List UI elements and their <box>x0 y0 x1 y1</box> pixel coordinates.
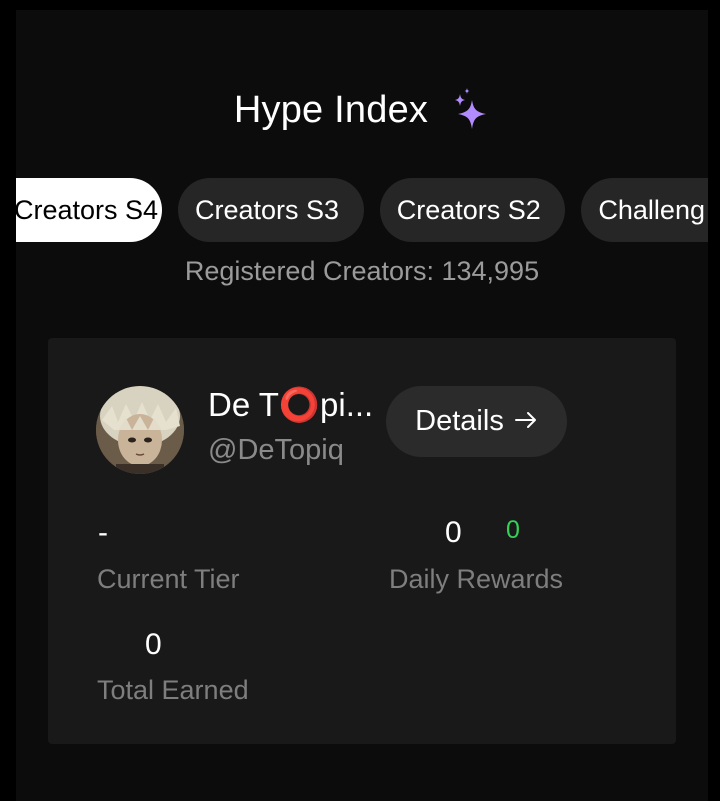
total-earned-label: Total Earned <box>97 675 249 705</box>
tab-creators-s4[interactable]: Creators S4 <box>16 178 162 242</box>
details-button[interactable]: Details <box>386 386 567 457</box>
hype-index-panel: Hype Index Creators S4 Creators S3 Creat… <box>16 10 708 801</box>
current-tier-label: Current Tier <box>97 564 240 594</box>
creator-name: De T⭕pi... <box>208 386 374 423</box>
header: Hype Index <box>16 80 708 140</box>
registered-creators-count: Registered Creators: 134,995 <box>184 256 540 286</box>
daily-rewards-value: 0 <box>445 516 462 549</box>
details-label: Details <box>415 405 504 437</box>
creator-handle: @DeTopiq <box>208 434 344 466</box>
daily-rewards-delta: 0 <box>506 516 520 544</box>
arrow-right-icon <box>514 405 538 438</box>
daily-rewards-label: Daily Rewards <box>389 564 564 594</box>
creator-card: De T⭕pi... @DeTopiq Details - Current Ti… <box>48 338 676 744</box>
tab-creators-s3[interactable]: Creators S3 <box>178 178 364 242</box>
page-title: Hype Index <box>233 88 429 131</box>
tab-challenges[interactable]: Challeng <box>581 178 708 242</box>
current-tier-value: - <box>98 516 108 549</box>
season-tabs: Creators S4 Creators S3 Creators S2 Chal… <box>16 178 708 242</box>
avatar <box>96 386 184 474</box>
sparkles-icon <box>450 88 490 132</box>
total-earned-value: 0 <box>145 628 162 661</box>
tab-creators-s2[interactable]: Creators S2 <box>379 178 566 242</box>
